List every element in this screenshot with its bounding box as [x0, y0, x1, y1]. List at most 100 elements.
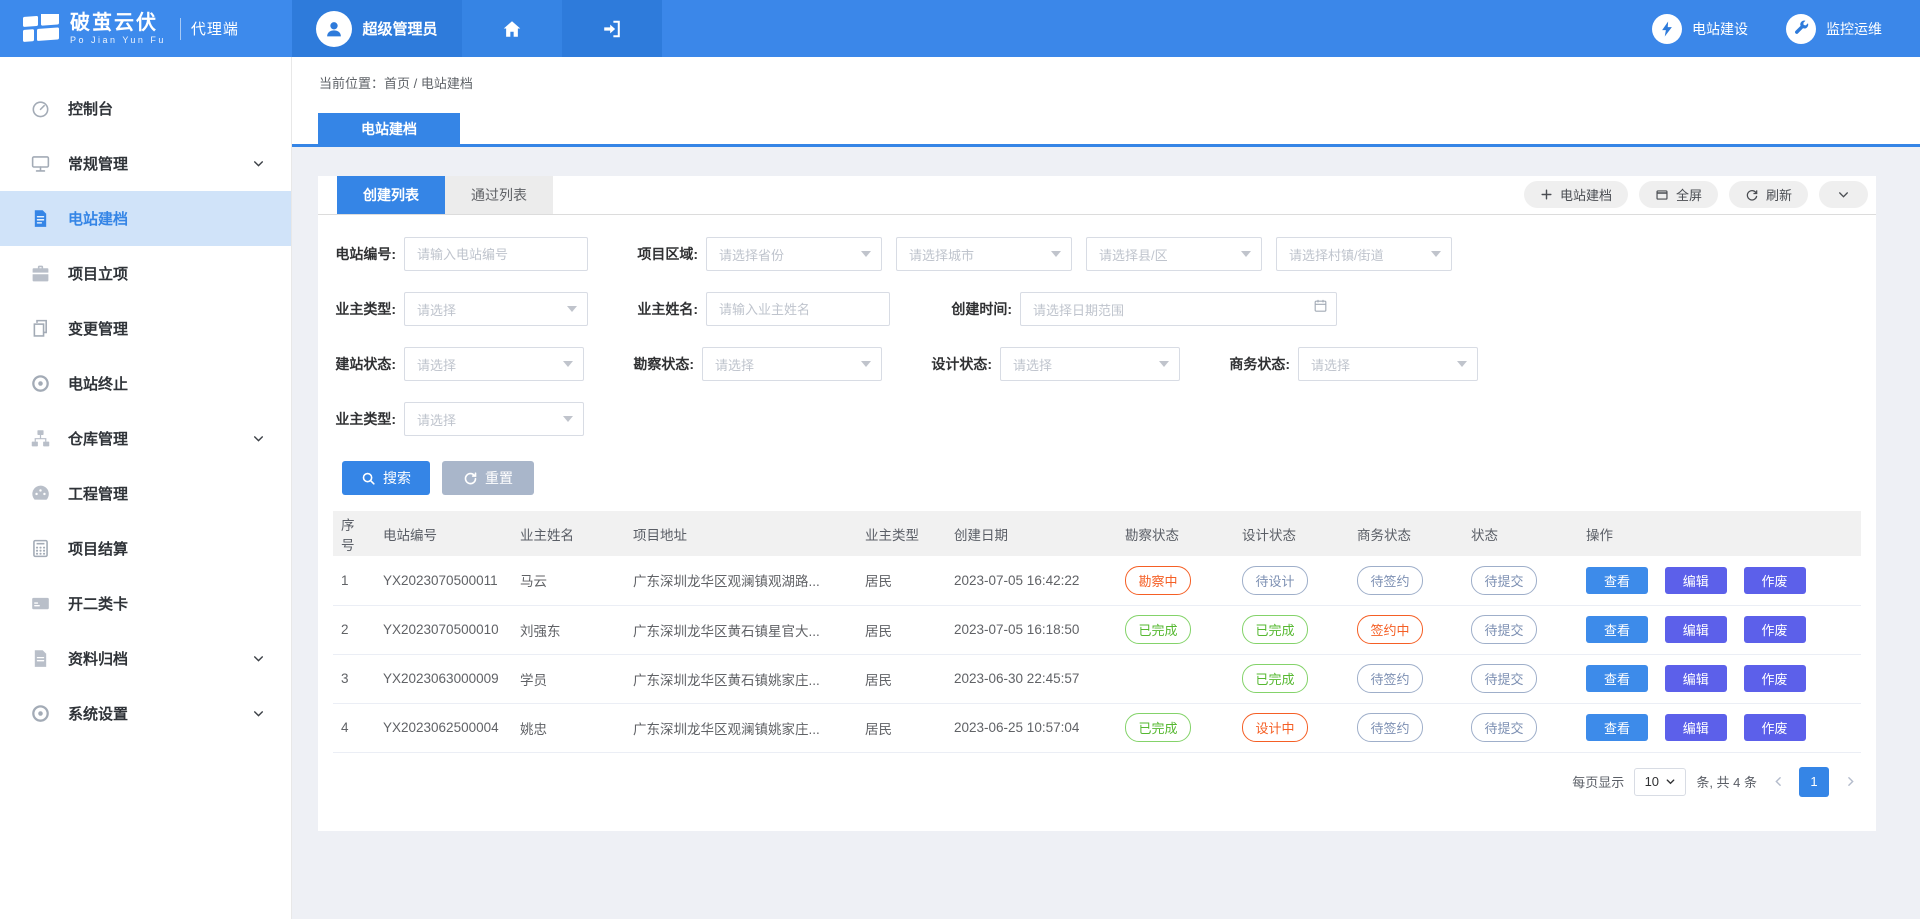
sidebar-item-change-mgmt[interactable]: 变更管理 [0, 301, 291, 356]
view-button[interactable]: 查看 [1586, 714, 1648, 741]
status-badge: 待设计 [1242, 566, 1308, 595]
void-button[interactable]: 作废 [1744, 665, 1806, 692]
edit-button[interactable]: 编辑 [1665, 616, 1727, 643]
view-button[interactable]: 查看 [1586, 567, 1648, 594]
fullscreen-button[interactable]: 全屏 [1639, 181, 1718, 208]
province-select[interactable]: 请选择省份 [706, 237, 882, 271]
brand-subtitle: Po Jian Yun Fu [70, 36, 166, 45]
sidebar-item-label: 电站终止 [68, 373, 265, 394]
void-button[interactable]: 作废 [1744, 714, 1806, 741]
sidebar-item-label: 项目结算 [68, 538, 265, 559]
tab-passed-list[interactable]: 通过列表 [445, 176, 553, 214]
table-row: 3 YX2023063000009 学员 广东深圳龙华区黄石镇姚家庄... 居民… [333, 654, 1861, 703]
search-button[interactable]: 搜索 [342, 461, 430, 495]
sidebar-item-label: 控制台 [68, 98, 265, 119]
brand: 破茧云伏 Po Jian Yun Fu 代理端 [0, 0, 292, 57]
tab-create-list[interactable]: 创建列表 [337, 176, 445, 214]
view-button[interactable]: 查看 [1586, 665, 1648, 692]
file-icon [30, 648, 52, 670]
user-menu[interactable]: 超级管理员 [292, 0, 462, 57]
status-badge: 已完成 [1242, 664, 1308, 693]
chevron-down-icon [1837, 188, 1850, 201]
sidebar-item-type2-card[interactable]: 开二类卡 [0, 576, 291, 631]
caret-down-icon [1051, 251, 1061, 257]
edit-button[interactable]: 编辑 [1665, 665, 1727, 692]
monitor-icon [30, 153, 52, 175]
per-page-select[interactable]: 10 [1634, 768, 1686, 796]
design-status-select[interactable]: 请选择 [1000, 347, 1180, 381]
village-select[interactable]: 请选择村镇/街道 [1276, 237, 1452, 271]
void-button[interactable]: 作废 [1744, 616, 1806, 643]
station-code-input[interactable] [404, 237, 588, 271]
topbar: 当前位置：首页 / 电站建档 电站建档 [292, 57, 1920, 147]
avatar [316, 11, 352, 47]
caret-down-icon [563, 416, 573, 422]
sitemap-icon [30, 428, 52, 450]
sidebar-item-station-terminate[interactable]: 电站终止 [0, 356, 291, 411]
sidebar-item-station-archive[interactable]: 电站建档 [0, 191, 291, 246]
search-icon [361, 471, 376, 486]
next-page-button[interactable] [1839, 768, 1861, 796]
biz-status-select[interactable]: 请选择 [1298, 347, 1478, 381]
col-type: 业主类型 [857, 511, 946, 556]
view-button[interactable]: 查看 [1586, 616, 1648, 643]
owner-name-input[interactable] [706, 292, 890, 326]
page-tab-station-archive[interactable]: 电站建档 [318, 113, 460, 144]
collapse-toolbar-button[interactable] [1819, 181, 1868, 208]
build-status-select[interactable]: 请选择 [404, 347, 584, 381]
chevron-down-icon [1665, 776, 1676, 787]
home-button[interactable] [462, 0, 562, 57]
owner-type2-select[interactable]: 请选择 [404, 402, 584, 436]
sidebar-item-label: 工程管理 [68, 483, 265, 504]
table-row: 4 YX2023062500004 姚忠 广东深圳龙华区观澜镇姚家庄... 居民… [333, 703, 1861, 752]
brand-logo-icon [22, 14, 60, 44]
sidebar-item-project-settlement[interactable]: 项目结算 [0, 521, 291, 576]
nav-monitor-ops-label: 监控运维 [1826, 19, 1882, 39]
sidebar: 控制台 常规管理 电站建档 项目立项 [0, 57, 292, 919]
sidebar-item-general-mgmt[interactable]: 常规管理 [0, 136, 291, 191]
nav-station-build[interactable]: 电站建设 [1652, 0, 1748, 57]
city-select[interactable]: 请选择城市 [896, 237, 1072, 271]
refresh-button[interactable]: 刷新 [1729, 181, 1808, 208]
owner-type-select[interactable]: 请选择 [404, 292, 588, 326]
status-badge: 已完成 [1242, 615, 1308, 644]
void-button[interactable]: 作废 [1744, 567, 1806, 594]
sidebar-item-console[interactable]: 控制台 [0, 81, 291, 136]
date-range-input[interactable]: 请选择日期范围 [1020, 292, 1337, 326]
filter-form: 电站编号: 项目区域: 请选择省份 请选择城市 请选择县/区 请选择村镇/街道 … [318, 215, 1876, 436]
sidebar-item-system-settings[interactable]: 系统设置 [0, 686, 291, 741]
user-name: 超级管理员 [362, 18, 437, 39]
reset-button[interactable]: 重置 [442, 461, 534, 495]
chevron-down-icon [252, 432, 265, 445]
page-1-button[interactable]: 1 [1799, 767, 1829, 797]
document-icon [30, 208, 52, 230]
sidebar-item-data-archive[interactable]: 资料归档 [0, 631, 291, 686]
logout-button[interactable] [562, 0, 662, 57]
sidebar-item-label: 资料归档 [68, 648, 252, 669]
county-select[interactable]: 请选择县/区 [1086, 237, 1262, 271]
target-icon [30, 373, 52, 395]
survey-status-select[interactable]: 请选择 [702, 347, 882, 381]
col-survey: 勘察状态 [1117, 511, 1234, 556]
sidebar-item-label: 系统设置 [68, 703, 252, 724]
status-badge: 勘察中 [1125, 566, 1191, 595]
create-station-button[interactable]: 电站建档 [1524, 181, 1628, 208]
caret-down-icon [1457, 361, 1467, 367]
sidebar-item-warehouse-mgmt[interactable]: 仓库管理 [0, 411, 291, 466]
col-status: 状态 [1463, 511, 1578, 556]
col-date: 创建日期 [946, 511, 1117, 556]
edit-button[interactable]: 编辑 [1665, 714, 1727, 741]
panel-card: 创建列表 通过列表 电站建档 全屏 刷新 [318, 176, 1876, 831]
sidebar-item-engineering-mgmt[interactable]: 工程管理 [0, 466, 291, 521]
per-page-label: 每页显示 [1572, 772, 1624, 791]
status-badge [1125, 673, 1191, 683]
sidebar-item-label: 电站建档 [68, 208, 265, 229]
table-header-row: 序号 电站编号 业主姓名 项目地址 业主类型 创建日期 勘察状态 设计状态 商务… [333, 511, 1861, 556]
caret-down-icon [567, 306, 577, 312]
edit-button[interactable]: 编辑 [1665, 567, 1727, 594]
status-badge: 签约中 [1357, 615, 1423, 644]
sidebar-item-project-initiation[interactable]: 项目立项 [0, 246, 291, 301]
nav-monitor-ops[interactable]: 监控运维 [1786, 0, 1882, 57]
caret-down-icon [861, 361, 871, 367]
prev-page-button[interactable] [1767, 768, 1789, 796]
